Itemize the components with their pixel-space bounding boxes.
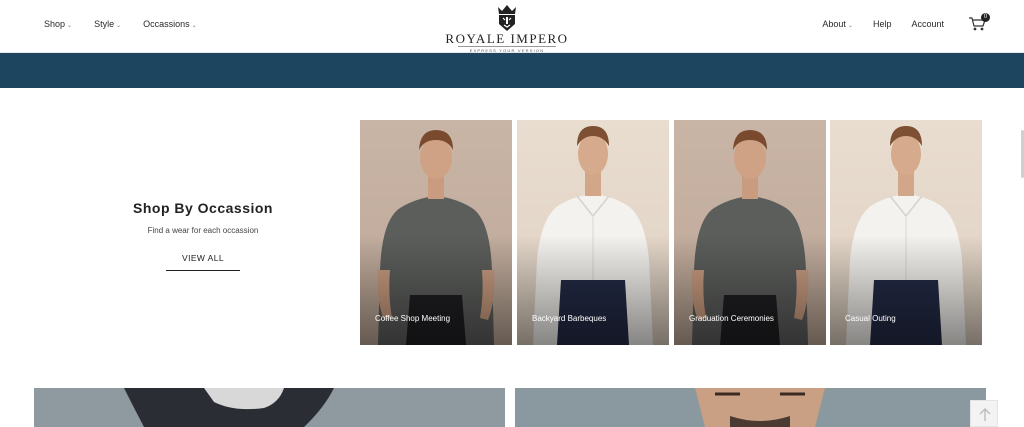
back-to-top-button[interactable] <box>970 400 998 427</box>
nav-style-label: Style <box>94 19 115 29</box>
nav-occassions-label: Occassions <box>143 19 190 29</box>
card-overlay <box>830 235 982 345</box>
promo-banner <box>0 53 1024 88</box>
occasion-card[interactable]: Casual Outing <box>830 120 982 345</box>
brand-logo[interactable]: ROYALE IMPERO EXPRESS YOUR VERSION <box>440 3 574 53</box>
logo-name: ROYALE IMPERO <box>445 31 569 46</box>
card-overlay <box>517 235 669 345</box>
cart-count-badge: 0 <box>981 13 990 22</box>
chevron-down-icon: ⌄ <box>191 22 197 29</box>
occasion-card[interactable]: Backyard Barbeques <box>517 120 669 345</box>
occasion-card[interactable]: Graduation Ceremonies <box>674 120 826 345</box>
model-jacket-image <box>124 388 334 427</box>
chevron-down-icon: ⌄ <box>847 22 853 29</box>
occasion-card[interactable]: Coffee Shop Meeting <box>360 120 512 345</box>
section-title: Shop By Occassion <box>133 200 273 216</box>
nav-about-label: About <box>822 19 846 29</box>
feature-image-right[interactable] <box>515 388 986 427</box>
feature-image-left[interactable] <box>34 388 505 427</box>
nav-account-label: Account <box>911 19 944 29</box>
card-label: Coffee Shop Meeting <box>375 314 451 323</box>
card-label: Backyard Barbeques <box>532 314 607 323</box>
nav-shop-label: Shop <box>44 19 66 29</box>
occasion-intro: Shop By Occassion Find a wear for each o… <box>110 200 296 271</box>
nav-help-label: Help <box>872 19 892 29</box>
nav-about[interactable]: About ⌄ <box>822 19 853 29</box>
logo-tagline: EXPRESS YOUR VERSION <box>458 46 556 53</box>
primary-nav: Shop ⌄ Style ⌄ Occassions ⌄ <box>44 19 197 29</box>
section-subtitle: Find a wear for each occassion <box>147 226 259 235</box>
card-label: Graduation Ceremonies <box>689 314 774 323</box>
card-overlay <box>674 235 826 345</box>
site-header: Shop ⌄ Style ⌄ Occassions ⌄ ROYALE IMPER… <box>0 0 1024 53</box>
nav-style[interactable]: Style ⌄ <box>94 19 121 29</box>
arrow-up-icon <box>979 408 991 421</box>
cart-button[interactable]: 0 <box>968 13 990 32</box>
model-portrait-image <box>695 388 825 427</box>
chevron-down-icon: ⌄ <box>67 22 73 29</box>
card-overlay <box>360 235 512 345</box>
nav-account[interactable]: Account <box>911 19 944 29</box>
nav-shop[interactable]: Shop ⌄ <box>44 19 72 29</box>
card-label: Casual Outing <box>845 314 896 323</box>
nav-help[interactable]: Help <box>873 19 892 29</box>
nav-occassions[interactable]: Occassions ⌄ <box>143 19 197 29</box>
chevron-down-icon: ⌄ <box>116 22 122 29</box>
crown-lion-icon <box>498 5 516 31</box>
view-all-link[interactable]: VIEW ALL <box>166 253 240 271</box>
secondary-nav: About ⌄ Help Account <box>822 19 944 29</box>
